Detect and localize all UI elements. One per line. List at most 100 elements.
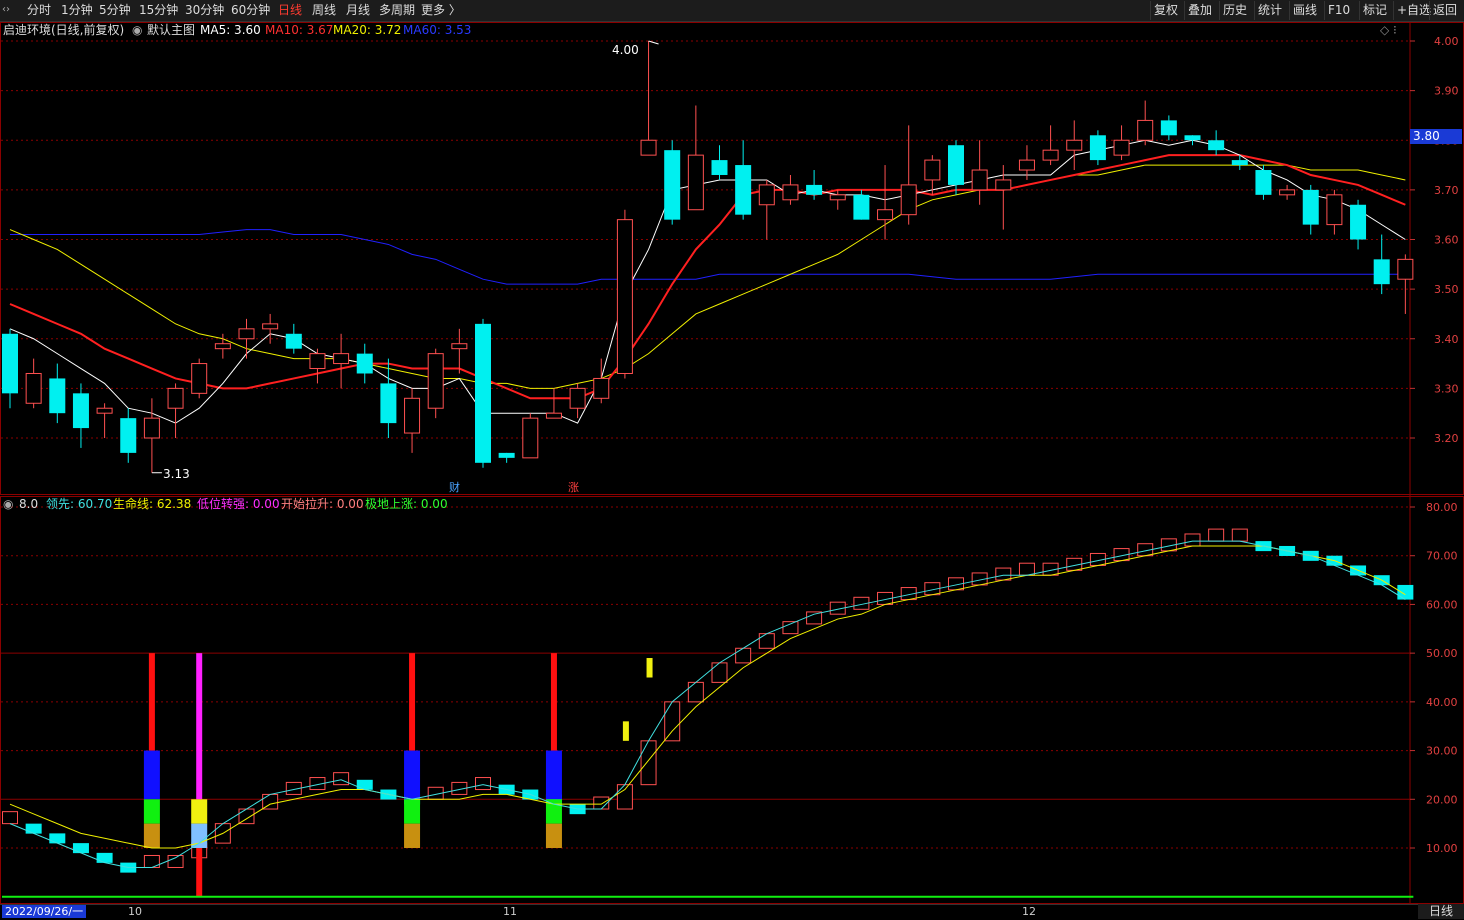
candle-body-up bbox=[167, 387, 184, 409]
signal-red-tail bbox=[196, 848, 203, 897]
limit-up-marker[interactable]: 涨 bbox=[568, 481, 579, 495]
indicator-tick-label: 70.00 bbox=[1426, 550, 1458, 563]
candle-body-up bbox=[262, 323, 279, 330]
price-tick-label: 3.90 bbox=[1434, 85, 1459, 98]
kline-chart[interactable]: 4.00 3.90 3.80 3.70 3.60 3.50 3.40 3.30 3.20 80.0… bbox=[0, 22, 1464, 904]
ma-lines bbox=[9, 139, 1406, 424]
indicator-bar-down bbox=[25, 823, 42, 834]
candle-body-up bbox=[758, 184, 775, 206]
price-tick-label: 3.40 bbox=[1434, 333, 1459, 346]
candle-body-down bbox=[1373, 259, 1390, 285]
back-arrow-icon[interactable]: ‹› bbox=[2, 3, 16, 17]
candle-body-down bbox=[735, 165, 752, 215]
candle-body-up bbox=[545, 412, 562, 419]
ma10-label: MA10: 3.67 bbox=[265, 23, 334, 37]
candles bbox=[2, 40, 1414, 474]
period-monthly[interactable]: 月线 bbox=[346, 2, 370, 19]
mark-button[interactable]: 标记 bbox=[1359, 1, 1390, 20]
history-button[interactable]: 历史 bbox=[1219, 1, 1250, 20]
candle-body-up bbox=[25, 372, 42, 404]
indicator-bar-down bbox=[72, 843, 89, 854]
candle-body-up bbox=[214, 343, 231, 350]
candle-body-down bbox=[806, 184, 823, 195]
candle-body-down bbox=[711, 160, 728, 175]
strong-signal-mark bbox=[646, 658, 653, 678]
indicator-bar-up bbox=[758, 633, 775, 649]
signal-green-block bbox=[404, 799, 421, 824]
candle-body-down bbox=[475, 323, 491, 463]
period-60min[interactable]: 60分钟 bbox=[231, 2, 270, 19]
candle-body-down bbox=[285, 333, 302, 349]
add-watchlist-button[interactable]: +自选 bbox=[1393, 1, 1434, 20]
restore-rights-button[interactable]: 复权 bbox=[1150, 1, 1181, 20]
candle-body-up bbox=[1137, 119, 1154, 141]
indicator-dropdown-icon[interactable]: ◉ bbox=[3, 497, 13, 511]
candle-body-up bbox=[593, 377, 610, 399]
period-daily[interactable]: 日线 bbox=[278, 2, 302, 19]
indicator-bar-up bbox=[1231, 528, 1248, 542]
candle-body-up bbox=[877, 209, 894, 221]
candle-body-down bbox=[1350, 204, 1367, 240]
period-30min[interactable]: 30分钟 bbox=[185, 2, 224, 19]
candle-body-down bbox=[72, 393, 89, 429]
indicator-tick-label: 10.00 bbox=[1426, 842, 1458, 855]
start-date-label: 2022/09/26/一 bbox=[2, 905, 87, 918]
candle-body-up bbox=[1397, 258, 1414, 280]
candle-body-up bbox=[616, 219, 633, 374]
candle-body-down bbox=[853, 194, 870, 220]
indicator-bar-down bbox=[1397, 584, 1414, 600]
current-price-badge: 3.80 bbox=[1410, 129, 1462, 144]
period-fenshi[interactable]: 分时 bbox=[27, 2, 51, 19]
period-more[interactable]: 更多 〉 bbox=[421, 2, 461, 19]
candle-body-down bbox=[948, 145, 964, 185]
period-weekly[interactable]: 周线 bbox=[312, 2, 336, 19]
period-15min[interactable]: 15分钟 bbox=[139, 2, 178, 19]
return-button[interactable]: 返回 bbox=[1429, 1, 1460, 20]
candle-body-down bbox=[2, 333, 18, 394]
f10-button[interactable]: F10 bbox=[1324, 1, 1353, 20]
main-settings-icon[interactable]: ◇ ⁝ bbox=[1380, 23, 1397, 37]
finance-marker[interactable]: 财 bbox=[449, 481, 460, 495]
candle-body-down bbox=[1231, 160, 1248, 166]
month-label-oct: 10 bbox=[128, 905, 142, 918]
candle-body-up bbox=[191, 363, 208, 394]
draw-button[interactable]: 画线 bbox=[1289, 1, 1320, 20]
ma5-label: MA5: 3.60 bbox=[200, 23, 261, 37]
template-dropdown-icon[interactable]: ◉ bbox=[132, 23, 142, 37]
period-5min[interactable]: 5分钟 bbox=[99, 2, 131, 19]
period-1min[interactable]: 1分钟 bbox=[61, 2, 93, 19]
low-annotation: 3.13 bbox=[163, 467, 190, 481]
indicator-bar-up bbox=[735, 647, 752, 664]
candle-body-down bbox=[1160, 120, 1177, 136]
overlay-button[interactable]: 叠加 bbox=[1184, 1, 1215, 20]
indicator-bar-up bbox=[1018, 562, 1035, 576]
indicator-bar-up bbox=[687, 681, 704, 703]
indicator-bar-up bbox=[1184, 533, 1201, 547]
price-tick-label: 3.50 bbox=[1434, 283, 1459, 296]
candle-body-up bbox=[1066, 139, 1083, 151]
signal-gold-block bbox=[404, 823, 421, 848]
price-tick-label: 4.00 bbox=[1434, 35, 1459, 48]
ma20-label: MA20: 3.72 bbox=[333, 23, 402, 37]
stats-button[interactable]: 统计 bbox=[1254, 1, 1285, 20]
period-multi[interactable]: 多周期 bbox=[379, 2, 415, 19]
indicator-bar-up bbox=[711, 662, 728, 683]
candle-body-up bbox=[522, 417, 539, 459]
month-label-nov: 11 bbox=[503, 905, 517, 918]
candle-body-up bbox=[1113, 139, 1130, 156]
candle-body-up bbox=[1018, 159, 1035, 171]
period-indicator[interactable]: 日线 bbox=[1418, 904, 1464, 919]
indicator-param: 8.0 bbox=[19, 497, 39, 511]
price-tick-label: 3.60 bbox=[1434, 234, 1459, 247]
signal-gold-block bbox=[545, 823, 562, 848]
template-label[interactable]: 默认主图 bbox=[147, 23, 195, 37]
life-line-label: 生命线: 62.38 bbox=[113, 497, 192, 511]
candle-body-down bbox=[498, 452, 515, 458]
month-label-dec: 12 bbox=[1022, 905, 1036, 918]
indicator-lines bbox=[2, 540, 1414, 898]
candle-body-up bbox=[687, 154, 704, 211]
signal-green-block bbox=[143, 799, 160, 824]
indicator-tick-label: 40.00 bbox=[1426, 696, 1458, 709]
low-strong-label: 低位转强: 0.00 bbox=[197, 497, 280, 511]
candle-body-down bbox=[1302, 189, 1319, 225]
